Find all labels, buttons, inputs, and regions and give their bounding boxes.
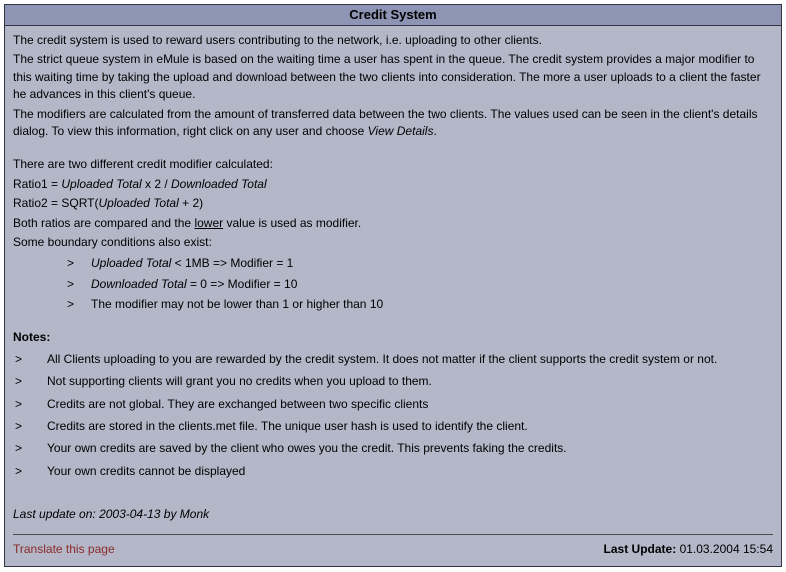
credit-system-panel: Credit System The credit system is used … bbox=[4, 4, 782, 567]
intro-p3-end: . bbox=[433, 124, 436, 138]
ratio2-line: Ratio2 = SQRT(Uploaded Total + 2) bbox=[13, 195, 773, 212]
panel-content: The credit system is used to reward user… bbox=[5, 26, 781, 566]
ratio2-pre: Ratio2 = SQRT( bbox=[13, 196, 98, 210]
ratio1-pre: Ratio1 = bbox=[13, 177, 61, 191]
ratio1-b: Downloaded Total bbox=[171, 177, 267, 191]
intro-p2: The strict queue system in eMule is base… bbox=[13, 51, 773, 103]
footer-last-update: Last Update: 01.03.2004 15:54 bbox=[604, 541, 773, 558]
footer-last-update-value: 01.03.2004 15:54 bbox=[676, 542, 773, 556]
compare-b: value is used as modifier. bbox=[223, 216, 361, 230]
cond3-text: The modifier may not be lower than 1 or … bbox=[91, 297, 383, 311]
cond2-a: Downloaded Total bbox=[91, 277, 187, 291]
cond1-a: Uploaded Total bbox=[91, 256, 171, 270]
content-last-update: Last update on: 2003-04-13 by Monk bbox=[13, 506, 773, 523]
boundary-list: Uploaded Total < 1MB => Modifier = 1 Dow… bbox=[13, 255, 773, 313]
compare-line: Both ratios are compared and the lower v… bbox=[13, 215, 773, 232]
ratio1-a: Uploaded Total bbox=[61, 177, 141, 191]
cond1-b: < 1MB => Modifier = 1 bbox=[171, 256, 293, 270]
boundary-item-1: Uploaded Total < 1MB => Modifier = 1 bbox=[67, 255, 773, 272]
compare-lower: lower bbox=[194, 216, 223, 230]
translate-link[interactable]: Translate this page bbox=[13, 541, 115, 558]
intro-p3: The modifiers are calculated from the am… bbox=[13, 106, 773, 141]
ratio2-post: + 2) bbox=[179, 196, 203, 210]
ratio1-mid: x 2 / bbox=[142, 177, 171, 191]
note-item-1: All Clients uploading to you are rewarde… bbox=[13, 351, 773, 368]
note-item-5: Your own credits are saved by the client… bbox=[13, 440, 773, 457]
note-item-6: Your own credits cannot be displayed bbox=[13, 463, 773, 480]
cond2-b: = 0 => Modifier = 10 bbox=[187, 277, 298, 291]
ratio1-line: Ratio1 = Uploaded Total x 2 / Downloaded… bbox=[13, 176, 773, 193]
compare-a: Both ratios are compared and the bbox=[13, 216, 194, 230]
boundary-item-2: Downloaded Total = 0 => Modifier = 10 bbox=[67, 276, 773, 293]
notes-heading: Notes: bbox=[13, 329, 773, 346]
intro-p1: The credit system is used to reward user… bbox=[13, 32, 773, 49]
panel-title: Credit System bbox=[5, 5, 781, 26]
boundary-lead: Some boundary conditions also exist: bbox=[13, 234, 773, 251]
note-item-4: Credits are stored in the clients.met fi… bbox=[13, 418, 773, 435]
ratio2-a: Uploaded Total bbox=[98, 196, 178, 210]
calc-lead: There are two different credit modifier … bbox=[13, 156, 773, 173]
view-details-label: View Details bbox=[368, 124, 434, 138]
note-item-3: Credits are not global. They are exchang… bbox=[13, 396, 773, 413]
note-item-2: Not supporting clients will grant you no… bbox=[13, 373, 773, 390]
footer-last-update-label: Last Update: bbox=[604, 542, 677, 556]
notes-list: All Clients uploading to you are rewarde… bbox=[13, 351, 773, 480]
boundary-item-3: The modifier may not be lower than 1 or … bbox=[67, 296, 773, 313]
footer-bar: Translate this page Last Update: 01.03.2… bbox=[13, 534, 773, 558]
